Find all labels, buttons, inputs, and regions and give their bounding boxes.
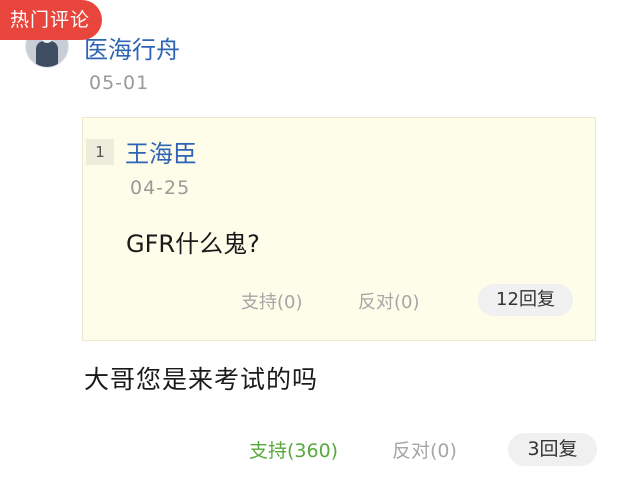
hot-comment-badge: 热门评论 [0,0,103,40]
quoted-text: GFR什么鬼? [126,230,260,258]
comment-text: 大哥您是来考试的吗 [84,365,319,394]
quoted-reply-button[interactable]: 12回复 [478,284,573,316]
reply-button[interactable]: 3回复 [508,433,597,466]
quoted-support-button[interactable]: 支持(0) [241,288,303,314]
quoted-oppose-button[interactable]: 反对(0) [358,288,420,314]
floor-number: 1 [86,139,114,165]
oppose-button[interactable]: 反对(0) [392,436,457,463]
avatar-figure [36,41,58,67]
comment-author[interactable]: 医海行舟 [84,30,180,65]
support-button[interactable]: 支持(360) [249,436,338,463]
quoted-comment: 1 王海臣 04-25 GFR什么鬼? 支持(0) 反对(0) 12回复 [82,117,596,341]
quoted-author[interactable]: 王海臣 [125,134,197,169]
quoted-date: 04-25 [130,177,191,199]
comment-card: 热门评论 医海行舟 05-01 1 王海臣 04-25 GFR什么鬼? 支持(0… [0,0,622,482]
comment-date: 05-01 [89,72,150,94]
